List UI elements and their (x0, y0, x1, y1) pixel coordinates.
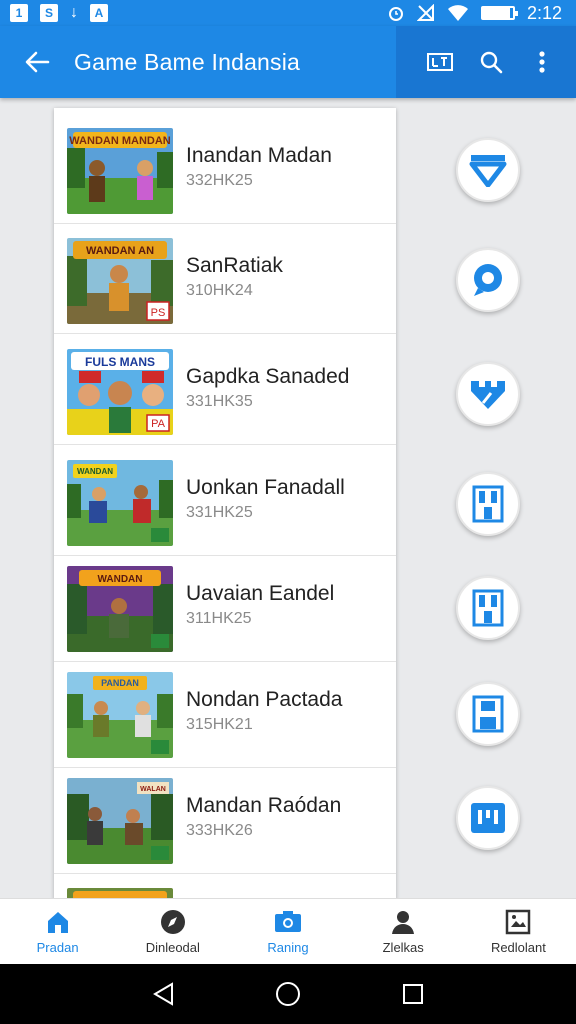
more-vert-icon[interactable] (527, 47, 557, 77)
home-circle-icon[interactable] (273, 979, 303, 1009)
nav-item-explore[interactable]: Dinleodal (115, 899, 230, 964)
list-item-subtitle: 331HK25 (186, 504, 253, 521)
battery-level (482, 8, 510, 18)
game-thumbnail: FULS MANS PA (67, 349, 173, 435)
thumb-badge: PA (151, 418, 166, 430)
list-item-title: SanRatiak (186, 254, 283, 277)
nav-label: Raning (267, 940, 309, 955)
thumb-caption: WANDAN (98, 574, 143, 585)
save-icon (472, 695, 504, 733)
triangle-down-icon (469, 155, 507, 187)
list-item[interactable]: WALAN Mandan Raódan 333HK26 (54, 768, 396, 874)
home-icon (44, 908, 72, 936)
list-item[interactable]: FULS MANS PA Gapdka Sanaded 331HK35 (54, 339, 396, 445)
app-bar: Game Bame Indansia (0, 26, 576, 98)
app-bar-main: Game Bame Indansia (0, 26, 396, 98)
nav-item-camera[interactable]: Raning (230, 899, 345, 964)
list-item[interactable]: WANDAN MANDAN Inandan Madan 332HK25 (54, 118, 396, 224)
list-item-title: Inandan Madan (186, 144, 332, 167)
list-item-subtitle: 333HK26 (186, 822, 253, 839)
list-item[interactable]: WANDAN Uonkan Fanadall 331HK25 (54, 450, 396, 556)
save-icon (472, 485, 504, 523)
game-list: WANDAN MANDAN Inandan Madan 332HK25 WAND… (54, 108, 396, 900)
search-icon[interactable] (476, 47, 506, 77)
location-pin-icon (474, 264, 502, 296)
game-thumbnail: WANDAN AN PS (67, 238, 173, 324)
thumb-caption: WANDAN (77, 467, 113, 476)
save-icon (472, 589, 504, 627)
wifi-icon (447, 5, 468, 21)
nav-item-home[interactable]: Pradan (0, 899, 115, 964)
clock: 2:12 (526, 2, 562, 23)
app-bar-actions (396, 26, 576, 98)
nav-label: Pradan (36, 940, 79, 955)
layout-icon[interactable] (425, 47, 455, 77)
list-item-subtitle: 331HK35 (186, 393, 253, 410)
recents-square-icon[interactable] (398, 979, 428, 1009)
thumb-caption: WANDAN MANDAN (69, 135, 170, 147)
list-item-subtitle: 311HK25 (186, 610, 252, 627)
thumb-badge: PS (151, 307, 166, 319)
notification-icon-s: S (40, 4, 58, 22)
status-left: 1 S ↓ A (10, 4, 108, 22)
list-item-subtitle: 315HK21 (186, 716, 253, 733)
grid-icon (471, 803, 505, 833)
person-icon (389, 908, 417, 936)
status-bar: 1 S ↓ A 2:12 (0, 0, 576, 26)
action-button[interactable] (456, 682, 520, 746)
thumb-caption: FULS MANS (85, 355, 155, 369)
game-thumbnail: WANDAN MANDAN (67, 128, 173, 214)
list-item-title: Nondan Pactada (186, 688, 343, 711)
list-item-subtitle: 310HK24 (186, 282, 253, 299)
back-arrow-icon[interactable] (22, 47, 52, 77)
compass-icon (159, 908, 187, 936)
thumb-caption: WANDAN AN (86, 245, 154, 257)
back-triangle-icon[interactable] (148, 979, 178, 1009)
notification-icon-1: 1 (10, 4, 28, 22)
action-button[interactable] (456, 138, 520, 202)
battery-icon (480, 6, 518, 20)
thumb-caption: WALAN (140, 786, 166, 793)
list-item-title: Mandan Raódan (186, 794, 342, 817)
list-item-subtitle: 332HK25 (186, 172, 253, 189)
list-item-title: Gapdka Sanaded (186, 365, 350, 388)
plug-icon (471, 381, 505, 409)
action-button[interactable] (456, 472, 520, 536)
no-signal-icon (416, 4, 434, 21)
thumb-caption: PANDAN (101, 678, 139, 688)
nav-item-profile[interactable]: Zlelkas (346, 899, 461, 964)
bottom-navigation: Pradan Dinleodal Raning Zlelkas Redlolan… (0, 898, 576, 964)
camera-icon (274, 908, 302, 936)
list-item-title: Uavaian Eandel (186, 582, 335, 605)
page-title: Game Bame Indansia (74, 48, 301, 75)
list-item[interactable] (54, 878, 396, 900)
game-thumbnail: WALAN (67, 778, 173, 864)
list-item[interactable]: PANDAN Nondan Pactada 315HK21 (54, 662, 396, 768)
nav-item-gallery[interactable]: Redlolant (461, 899, 576, 964)
action-button[interactable] (456, 248, 520, 312)
game-thumbnail: WANDAN (67, 566, 173, 652)
nav-label: Dinleodal (145, 940, 200, 955)
action-button[interactable] (456, 576, 520, 640)
action-button[interactable] (456, 362, 520, 426)
list-item[interactable]: WANDAN AN PS SanRatiak 310HK24 (54, 228, 396, 334)
download-arrow-icon: ↓ (70, 4, 78, 21)
status-right: 2:12 (387, 3, 562, 24)
list-item-title: Uonkan Fanadall (186, 476, 345, 499)
nav-label: Zlelkas (382, 940, 424, 955)
nav-label: Redlolant (490, 940, 546, 955)
game-thumbnail: WANDAN (67, 460, 173, 546)
game-thumbnail: PANDAN (67, 672, 173, 758)
system-navigation (0, 964, 576, 1024)
list-item[interactable]: WANDAN Uavaian Eandel 311HK25 (54, 556, 396, 662)
alarm-icon (388, 7, 403, 21)
action-button[interactable] (456, 786, 520, 850)
image-icon (504, 908, 532, 936)
notification-icon-a: A (90, 4, 108, 22)
